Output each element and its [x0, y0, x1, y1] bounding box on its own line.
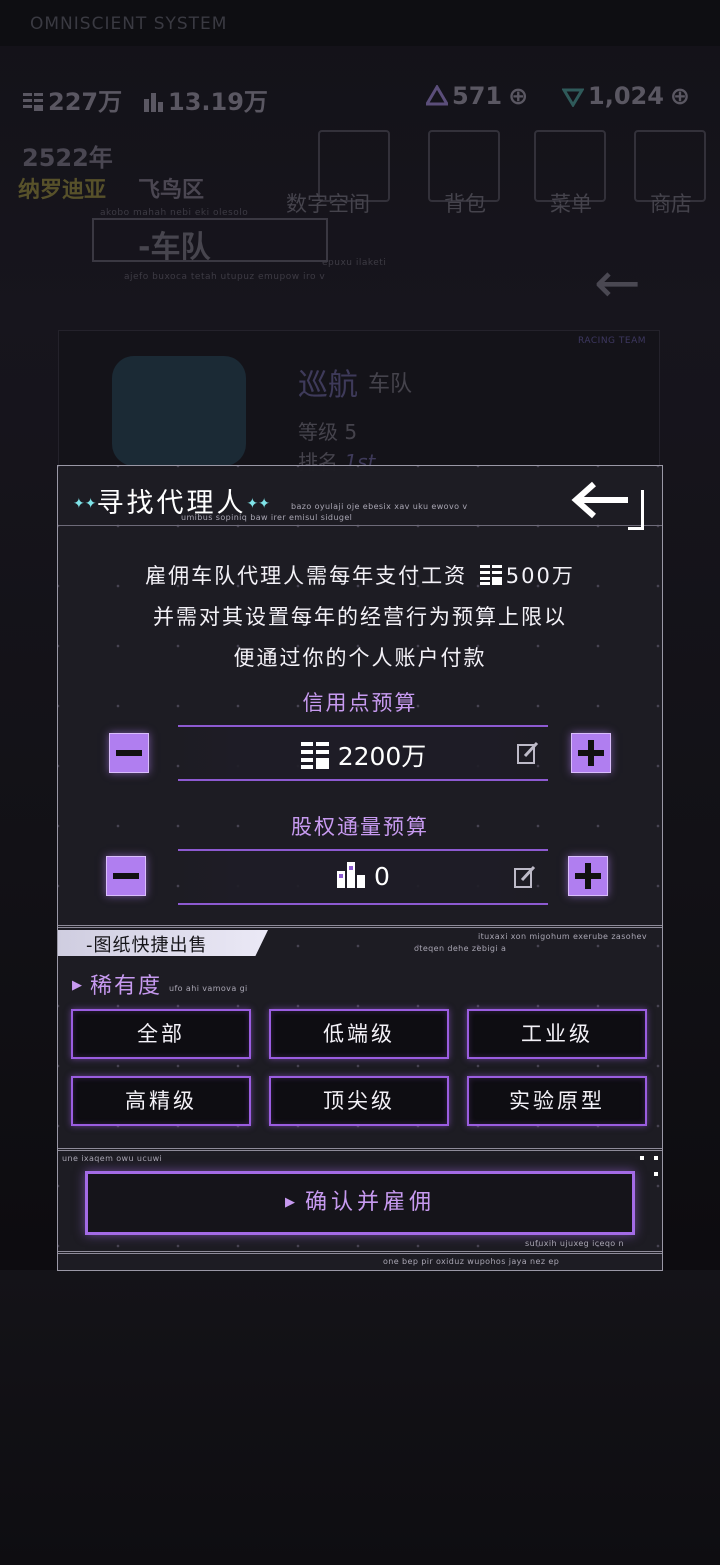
quick-sell-tab-label: -图纸快捷出售: [86, 935, 208, 956]
filter-all-button[interactable]: 全部: [71, 1009, 251, 1059]
shares-amount: 13.19万: [168, 88, 268, 116]
team-tag-text: -车队: [138, 230, 211, 265]
region-label: 纳罗迪亚: [18, 178, 107, 203]
gem-b-display: 1,024 ⊕: [562, 82, 690, 110]
diamond-gem-icon: [562, 88, 584, 107]
back-button[interactable]: [568, 476, 652, 532]
footer-tiny-right: sufuxih ujuxeg iceqo n: [525, 1239, 625, 1248]
credit-icon: [23, 93, 43, 111]
credit-budget-value-row: 2200万: [178, 737, 548, 773]
currency-display: 227万: [22, 82, 122, 117]
tiny-text-3: ajefo buxoca tetah utupuz emupow iro v: [124, 272, 326, 282]
shares-display: 13.19万: [142, 82, 268, 117]
description-line-3: 便通过你的个人账户付款: [233, 646, 487, 670]
credit-budget-value: 2200万: [337, 742, 427, 771]
credit-budget-label: 信用点预算: [302, 691, 418, 715]
dialog-header: ✦✦寻找代理人✦✦ bazo oyulaji oje ebesix xav uk…: [58, 466, 662, 530]
corner-dot: [654, 1156, 658, 1160]
shares-icon: [337, 862, 366, 888]
corner-dot: [640, 1156, 644, 1160]
filter-industrial-button[interactable]: 工业级: [467, 1009, 647, 1059]
tiny-text-1: akobo mahah nebi eki olesolo: [100, 208, 249, 218]
back-arrow-icon: [571, 481, 628, 519]
edit-equity-icon[interactable]: [513, 865, 537, 889]
quick-sell-tab: -图纸快捷出售: [58, 930, 268, 956]
find-agent-dialog: ✦✦寻找代理人✦✦ bazo oyulaji oje ebesix xav uk…: [57, 465, 663, 1271]
quick-sell-tiny-1: ituxaxi xon migohum exerube zasohev: [478, 932, 648, 941]
dialog-subtitle-2: umibus sopiniq baw irer emisul sidugel: [181, 513, 353, 522]
filter-prototype-button[interactable]: 实验原型: [467, 1076, 647, 1126]
corner-dot: [654, 1172, 658, 1176]
menu-label-digital-space: 数字空间: [286, 192, 370, 216]
add-gem-a-icon: ⊕: [508, 82, 529, 110]
gem-b-amount: 1,024: [588, 82, 664, 110]
edit-credit-icon[interactable]: [516, 741, 540, 765]
racing-team-label: RACING TEAM: [578, 336, 646, 346]
description-line-2: 并需对其设置每年的经营行为预算上限以: [153, 605, 567, 629]
team-suffix: 车队: [368, 372, 413, 397]
menu-label-shop: 商店: [650, 192, 692, 216]
equity-budget-field[interactable]: 0: [178, 849, 548, 905]
shares-icon: [144, 93, 163, 112]
section-divider: [58, 925, 662, 928]
equity-decrease-button[interactable]: [106, 856, 146, 896]
credit-increase-button[interactable]: [571, 733, 611, 773]
gem-a-amount: 571: [452, 82, 503, 110]
footer-tiny-top: une ixaqem owu ucuwi: [62, 1154, 163, 1163]
year-label: 2522年: [22, 144, 113, 172]
gem-a-display: 571 ⊕: [426, 82, 528, 110]
section-divider: [58, 1148, 662, 1151]
filter-high-precision-button[interactable]: 高精级: [71, 1076, 251, 1126]
sparkle-icon: ✦✦: [73, 496, 97, 512]
footer-tiny-bottom: one bep pir oxiduz wupohos jaya nez ep: [383, 1257, 560, 1266]
menu-label-menu: 菜单: [550, 192, 592, 216]
dialog-subtitle-1: bazo oyulaji oje ebesix xav uku ewovo v: [291, 502, 468, 511]
dialog-description: 雇佣车队代理人需每年支付工资 500万 并需对其设置每年的经营行为预算上限以 便…: [58, 556, 662, 679]
bg-back-arrow-icon: ←: [594, 251, 641, 316]
credit-decrease-button[interactable]: [109, 733, 149, 773]
district-label: 飞鸟区: [138, 178, 205, 203]
credit-icon: [479, 565, 502, 585]
filter-low-end-button[interactable]: 低端级: [269, 1009, 449, 1059]
system-title: OMNISCIENT SYSTEM: [30, 14, 228, 34]
menu-label-backpack: 背包: [444, 192, 486, 216]
tiny-text-2: epuxu ilaketi: [322, 258, 387, 268]
level-row: 等级 5: [298, 416, 357, 445]
level-label: 等级: [298, 420, 338, 444]
team-logo: [112, 356, 246, 466]
triangle-gem-icon: [426, 85, 448, 106]
sparkle-icon: ✦✦: [246, 496, 270, 512]
description-line-1: 雇佣车队代理人需每年支付工资 500万: [145, 564, 575, 588]
add-gem-b-icon: ⊕: [669, 82, 691, 110]
corner-bracket: [628, 490, 644, 530]
currency-amount: 227万: [48, 88, 123, 116]
team-name: 巡航: [298, 368, 358, 403]
section-divider: [58, 1251, 662, 1254]
equity-budget-label: 股权通量预算: [291, 815, 429, 839]
minus-icon: [116, 750, 142, 756]
status-bar: OMNISCIENT SYSTEM: [0, 0, 720, 46]
level-value: 5: [344, 420, 358, 444]
rarity-label: ▶ 稀有度: [72, 974, 163, 999]
triangle-icon: ▶: [72, 978, 84, 993]
equity-increase-button[interactable]: [568, 856, 608, 896]
filter-top-tier-button[interactable]: 顶尖级: [269, 1076, 449, 1126]
confirm-hire-button[interactable]: ▶ 确认并雇佣: [85, 1171, 635, 1235]
credit-icon: [300, 742, 329, 769]
quick-sell-tiny-2: oteqen dehe zebigi a: [414, 944, 507, 953]
bg-lower-scene: [0, 1270, 720, 1565]
triangle-icon: ▶: [284, 1195, 299, 1210]
credit-budget-field[interactable]: 2200万: [178, 725, 548, 781]
equity-budget-value: 0: [374, 862, 390, 891]
rarity-tiny: ufo ahi vamova gi: [169, 984, 248, 993]
minus-icon: [113, 873, 139, 879]
equity-budget-value-row: 0: [178, 861, 548, 891]
